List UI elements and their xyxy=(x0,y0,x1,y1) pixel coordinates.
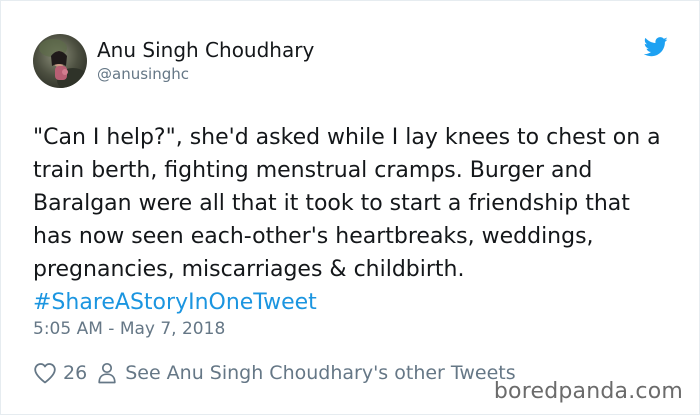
author-names: Anu Singh Choudhary @anusinghc xyxy=(97,38,314,83)
tweet-text: "Can I help?", she'd asked while I lay k… xyxy=(33,121,673,319)
watermark-boredpanda: boredpanda.com xyxy=(493,379,683,404)
see-other-tweets-label: See Anu Singh Choudhary's other Tweets xyxy=(125,362,516,384)
hashtag-link[interactable]: #ShareAStoryInOneTweet xyxy=(33,290,317,315)
like-button[interactable]: 26 xyxy=(33,362,87,384)
avatar[interactable] xyxy=(33,34,87,88)
tweet-card: Anu Singh Choudhary @anusinghc "Can I he… xyxy=(0,0,700,415)
tweet-actions: 26 See Anu Singh Choudhary's other Tweet… xyxy=(33,360,516,386)
person-icon xyxy=(98,362,116,384)
tweet-header: Anu Singh Choudhary @anusinghc xyxy=(33,31,314,91)
author-display-name[interactable]: Anu Singh Choudhary xyxy=(97,38,314,62)
twitter-bird-icon[interactable] xyxy=(643,37,668,57)
heart-icon xyxy=(34,363,56,384)
avatar-photo-icon xyxy=(33,34,87,88)
like-count: 26 xyxy=(63,362,88,384)
author-handle[interactable]: @anusinghc xyxy=(97,65,314,83)
tweet-body: "Can I help?", she'd asked while I lay k… xyxy=(33,125,661,282)
tweet-timestamp[interactable]: 5:05 AM - May 7, 2018 xyxy=(33,319,225,339)
see-other-tweets-link[interactable]: See Anu Singh Choudhary's other Tweets xyxy=(97,362,516,384)
